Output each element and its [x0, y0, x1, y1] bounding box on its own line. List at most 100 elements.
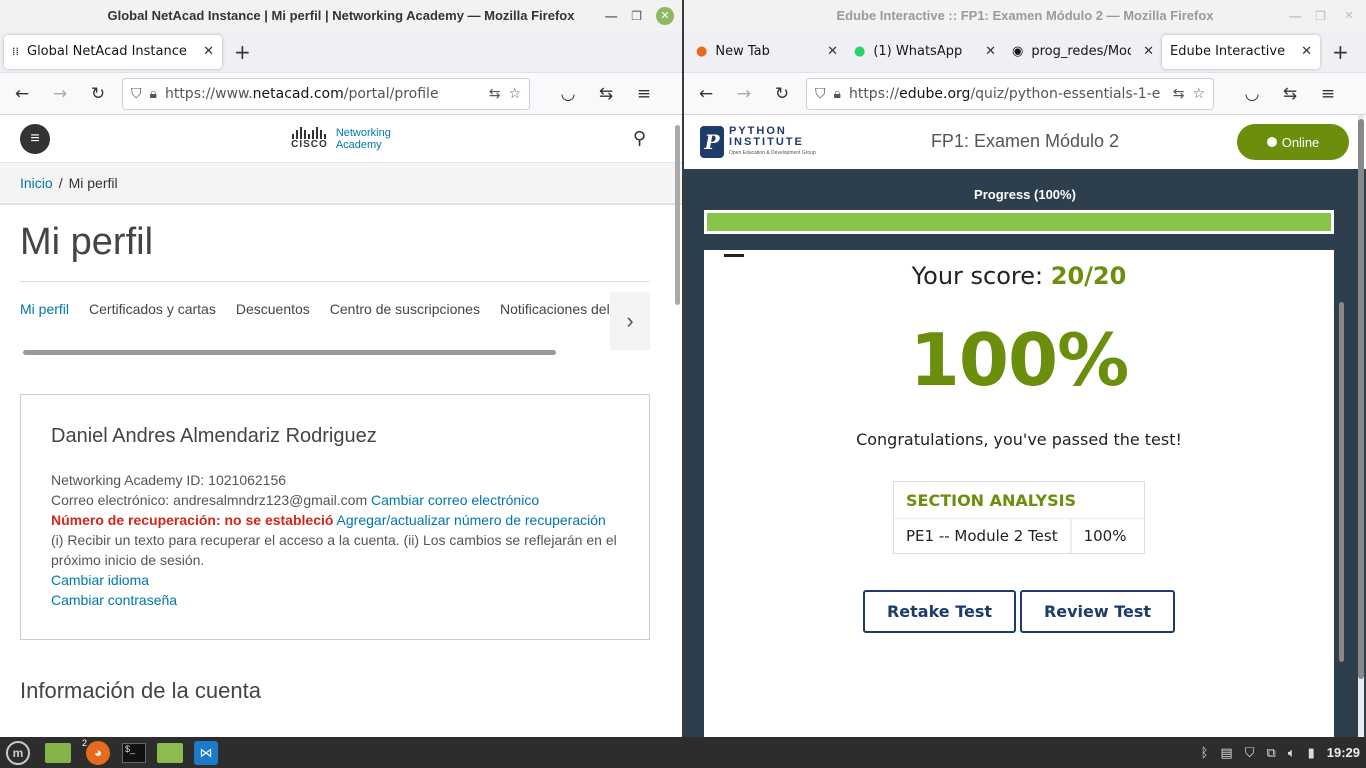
new-tab-icon[interactable]: + — [1332, 40, 1349, 64]
search-icon[interactable]: ⚲ — [633, 128, 646, 149]
new-tab-icon[interactable]: + — [234, 40, 251, 64]
section-analysis-header: SECTION ANALYSIS — [906, 491, 1077, 510]
tab-edube[interactable]: Edube Interactive :: F ✕ — [1162, 34, 1320, 69]
tabs-scrollbar[interactable] — [23, 350, 556, 355]
tab-new-tab[interactable]: ● New Tab ✕ — [688, 35, 846, 69]
vscode-taskbar-button[interactable]: ⋈ — [188, 737, 224, 768]
translate-icon[interactable]: ⇆ — [489, 86, 501, 102]
breadcrumb-home-link[interactable]: Inicio — [20, 175, 53, 191]
profile-card: Daniel Andres Almendariz Rodriguez Netwo… — [20, 394, 650, 640]
close-tab-icon[interactable]: ✕ — [203, 44, 214, 59]
change-language-link[interactable]: Cambiar idioma — [51, 572, 149, 588]
back-icon[interactable]: ← — [8, 80, 36, 108]
online-dot-icon — [1266, 137, 1277, 147]
progress-label: Progress (100%) — [974, 187, 1076, 202]
translate-extension-icon[interactable]: ⇆ — [592, 80, 620, 108]
close-icon[interactable]: ✕ — [1340, 7, 1358, 25]
files-taskbar-button[interactable] — [152, 737, 188, 768]
result-panel: Your score: 20/20 100% Congratulations, … — [704, 250, 1344, 737]
bluetooth-icon[interactable]: ᛒ — [1201, 745, 1209, 760]
recovery-number-link[interactable]: Agregar/actualizar número de recuperació… — [337, 512, 606, 528]
forward-icon[interactable]: → — [46, 80, 74, 108]
tab-suscripciones[interactable]: Centro de suscripciones — [330, 301, 480, 317]
bookmark-star-icon[interactable]: ☆ — [1192, 86, 1205, 102]
score-line: Your score: 20/20 — [911, 262, 1127, 290]
retake-test-button[interactable]: Retake Test — [863, 590, 1016, 633]
shield-icon[interactable]: ⛉ — [131, 86, 142, 102]
bookmark-star-icon[interactable]: ☆ — [508, 86, 521, 102]
close-tab-icon[interactable]: ✕ — [1301, 44, 1312, 59]
panel-scrollbar[interactable] — [1339, 302, 1344, 662]
breadcrumb-separator: / — [58, 175, 63, 191]
tab-github[interactable]: ◉ prog_redes/Mod ✕ — [1004, 35, 1162, 69]
minimize-icon[interactable]: — — [1289, 9, 1301, 23]
minimize-icon[interactable]: — — [605, 9, 617, 23]
url-bar[interactable]: ⛉ 🔒︎ https://edube.org/quiz/python-essen… — [806, 77, 1214, 110]
right-window-controls: — ❐ ✕ — [1289, 0, 1358, 31]
reload-icon[interactable]: ↻ — [768, 80, 796, 108]
close-tab-icon[interactable]: ✕ — [827, 44, 838, 59]
user-name: Daniel Andres Almendariz Rodriguez — [51, 425, 377, 447]
translate-icon[interactable]: ⇆ — [1173, 86, 1185, 102]
cisco-networking-academy-logo[interactable]: CISCO Networking Academy — [291, 127, 391, 151]
translate-extension-icon[interactable]: ⇆ — [1276, 80, 1304, 108]
menu-icon[interactable]: ≡ — [1314, 80, 1342, 108]
lock-icon: 🔒︎ — [149, 85, 157, 102]
mint-menu-button[interactable]: m — [0, 737, 36, 768]
terminal-taskbar-button[interactable]: $_ — [116, 737, 152, 768]
reload-icon[interactable]: ↻ — [84, 80, 112, 108]
left-page-scrollbar[interactable] — [675, 125, 680, 305]
recovery-note: (i) Recibir un texto para recuperar el a… — [51, 532, 617, 568]
vscode-icon: ⋈ — [194, 740, 218, 765]
menu-icon[interactable]: ≡ — [630, 80, 658, 108]
firefox-taskbar-button[interactable]: 2 ◕ — [80, 737, 116, 768]
forward-icon[interactable]: → — [730, 80, 758, 108]
battery-icon[interactable]: ▮ — [1308, 745, 1315, 761]
section-name: PE1 -- Module 2 Test — [906, 527, 1058, 545]
right-tab-bar: ● New Tab ✕ ● (1) WhatsApp ✕ ◉ prog_rede… — [684, 31, 1366, 73]
network-icon[interactable]: ⧉ — [1266, 745, 1275, 761]
pocket-icon[interactable]: ◡ — [1238, 80, 1266, 108]
python-institute-logo[interactable]: P PYTHON INSTITUTE Open Education & Deve… — [700, 125, 816, 159]
url-bar[interactable]: ⛉ 🔒︎ https://www.netacad.com/portal/prof… — [122, 77, 530, 110]
pocket-icon[interactable]: ◡ — [554, 80, 582, 108]
maximize-icon[interactable]: ❐ — [631, 9, 642, 23]
volume-icon[interactable]: 🔈︎ — [1288, 745, 1296, 761]
hamburger-menu-icon[interactable]: ≡ — [20, 124, 50, 154]
back-icon[interactable]: ← — [692, 80, 720, 108]
close-tab-icon[interactable]: ✕ — [1143, 44, 1154, 59]
chevron-right-icon[interactable]: › — [610, 292, 650, 350]
account-info-heading: Información de la cuenta — [20, 678, 261, 703]
close-tab-icon[interactable]: ✕ — [985, 44, 996, 59]
shield-tray-icon[interactable]: ⛉ — [1245, 745, 1255, 761]
close-icon[interactable]: ✕ — [656, 6, 674, 25]
tab-descuentos[interactable]: Descuentos — [236, 301, 310, 317]
section-value: 100% — [1069, 519, 1139, 553]
taskbar: m 2 ◕ $_ ⋈ ᛒ ▤ ⛉ ⧉ 🔈︎ ▮ 19:29 — [0, 737, 1366, 768]
tab-netacad[interactable]: ⁞⁞ Global NetAcad Instance | M ✕ — [4, 34, 222, 69]
clipboard-icon[interactable]: ▤ — [1220, 745, 1232, 761]
tab-notificaciones[interactable]: Notificaciones del cu — [500, 301, 620, 317]
review-test-button[interactable]: Review Test — [1020, 590, 1175, 633]
clock[interactable]: 19:29 — [1327, 745, 1360, 760]
shield-icon[interactable]: ⛉ — [815, 86, 826, 102]
linux-mint-icon: m — [6, 740, 30, 765]
change-password-link[interactable]: Cambiar contraseña — [51, 592, 177, 608]
recovery-number-label: Número de recuperación: no se estableció — [51, 512, 334, 528]
left-nav-bar: ← → ↻ ⛉ 🔒︎ https://www.netacad.com/porta… — [0, 73, 682, 115]
change-email-link[interactable]: Cambiar correo electrónico — [371, 492, 539, 508]
firefox-icon: ◕ — [86, 740, 110, 765]
show-desktop-button[interactable] — [36, 737, 80, 768]
online-status-button[interactable]: Online — [1237, 124, 1349, 160]
congrats-message: Congratulations, you've passed the test! — [856, 430, 1182, 449]
github-icon: ◉ — [1012, 44, 1024, 59]
right-nav-bar: ← → ↻ ⛉ 🔒︎ https://edube.org/quiz/python… — [684, 73, 1366, 115]
right-title-bar: Edube Interactive :: FP1: Examen Módulo … — [684, 0, 1366, 31]
tab-mi-perfil[interactable]: Mi perfil — [20, 301, 69, 317]
tab-whatsapp[interactable]: ● (1) WhatsApp ✕ — [846, 35, 1004, 69]
right-page-scrollbar[interactable] — [1358, 115, 1364, 737]
maximize-icon[interactable]: ❐ — [1315, 9, 1326, 23]
tab-certificados[interactable]: Certificados y cartas — [89, 301, 216, 317]
left-window-controls: — ❐ ✕ — [605, 0, 674, 31]
section-analysis-table: SECTION ANALYSIS PE1 -- Module 2 Test 10… — [893, 481, 1145, 554]
